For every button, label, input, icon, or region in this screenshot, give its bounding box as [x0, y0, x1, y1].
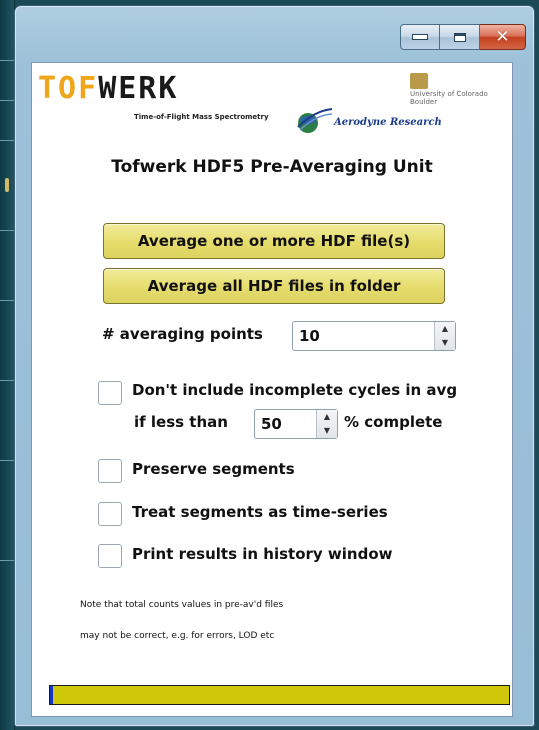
spin-down-icon[interactable]: ▼	[435, 336, 455, 350]
averaging-points-value[interactable]: 10	[293, 322, 434, 350]
spin-up-icon[interactable]: ▲	[317, 410, 337, 424]
print-history-checkbox[interactable]	[98, 544, 122, 568]
page-title: Tofwerk HDF5 Pre-Averaging Unit	[111, 157, 433, 177]
cu-emblem-icon	[410, 73, 428, 89]
incomplete-cycles-checkbox[interactable]	[98, 381, 122, 405]
note-line-2: may not be correct, e.g. for errors, LOD…	[80, 631, 275, 641]
percent-complete-suffix: % complete	[344, 413, 443, 431]
averaging-points-label: # averaging points	[102, 325, 263, 343]
minimize-button[interactable]	[400, 24, 440, 50]
preserve-segments-label: Preserve segments	[132, 460, 295, 478]
average-files-button[interactable]: Average one or more HDF file(s)	[103, 223, 445, 259]
average-folder-button[interactable]: Average all HDF files in folder	[103, 268, 445, 304]
preserve-segments-checkbox[interactable]	[98, 459, 122, 483]
averaging-points-arrows[interactable]: ▲ ▼	[434, 322, 455, 350]
tofwerk-logo: TOFWERK Time-of-Flight Mass Spectrometry	[38, 71, 269, 121]
panel-client-area: TOFWERK Time-of-Flight Mass Spectrometry…	[31, 62, 513, 717]
segments-time-series-label: Treat segments as time-series	[132, 503, 388, 521]
spin-down-icon[interactable]: ▼	[317, 424, 337, 438]
cu-logo-text: University of Colorado Boulder	[410, 90, 488, 106]
progress-bar-fill	[50, 686, 54, 704]
minimize-icon	[412, 34, 428, 40]
aerodyne-logo: Aerodyne Research	[294, 107, 494, 135]
maximize-icon	[453, 32, 466, 42]
incomplete-cycles-label: Don't include incomplete cycles in avg	[132, 381, 458, 399]
segments-time-series-checkbox[interactable]	[98, 502, 122, 526]
percent-complete-arrows[interactable]: ▲ ▼	[316, 410, 337, 438]
close-button[interactable]: ✕	[480, 24, 526, 50]
note-line-1: Note that total counts values in pre-av'…	[80, 600, 284, 610]
close-icon: ✕	[495, 26, 510, 47]
desktop-background-strip	[0, 0, 15, 730]
tofwerk-tagline: Time-of-Flight Mass Spectrometry	[134, 113, 269, 121]
dialog-window: ✕ TOFWERK Time-of-Flight Mass Spectromet…	[14, 5, 535, 727]
averaging-points-stepper[interactable]: 10 ▲ ▼	[292, 321, 456, 351]
aerodyne-text: Aerodyne Research	[334, 117, 442, 128]
progress-bar	[49, 685, 510, 705]
caption-buttons: ✕	[400, 24, 526, 50]
percent-complete-value[interactable]: 50	[255, 410, 316, 438]
print-history-label: Print results in history window	[132, 545, 393, 563]
aerodyne-globe-icon	[297, 108, 333, 133]
spin-up-icon[interactable]: ▲	[435, 322, 455, 336]
percent-complete-stepper[interactable]: 50 ▲ ▼	[254, 409, 338, 439]
maximize-button[interactable]	[440, 24, 480, 50]
incomplete-cycles-prefix: if less than	[134, 413, 228, 431]
